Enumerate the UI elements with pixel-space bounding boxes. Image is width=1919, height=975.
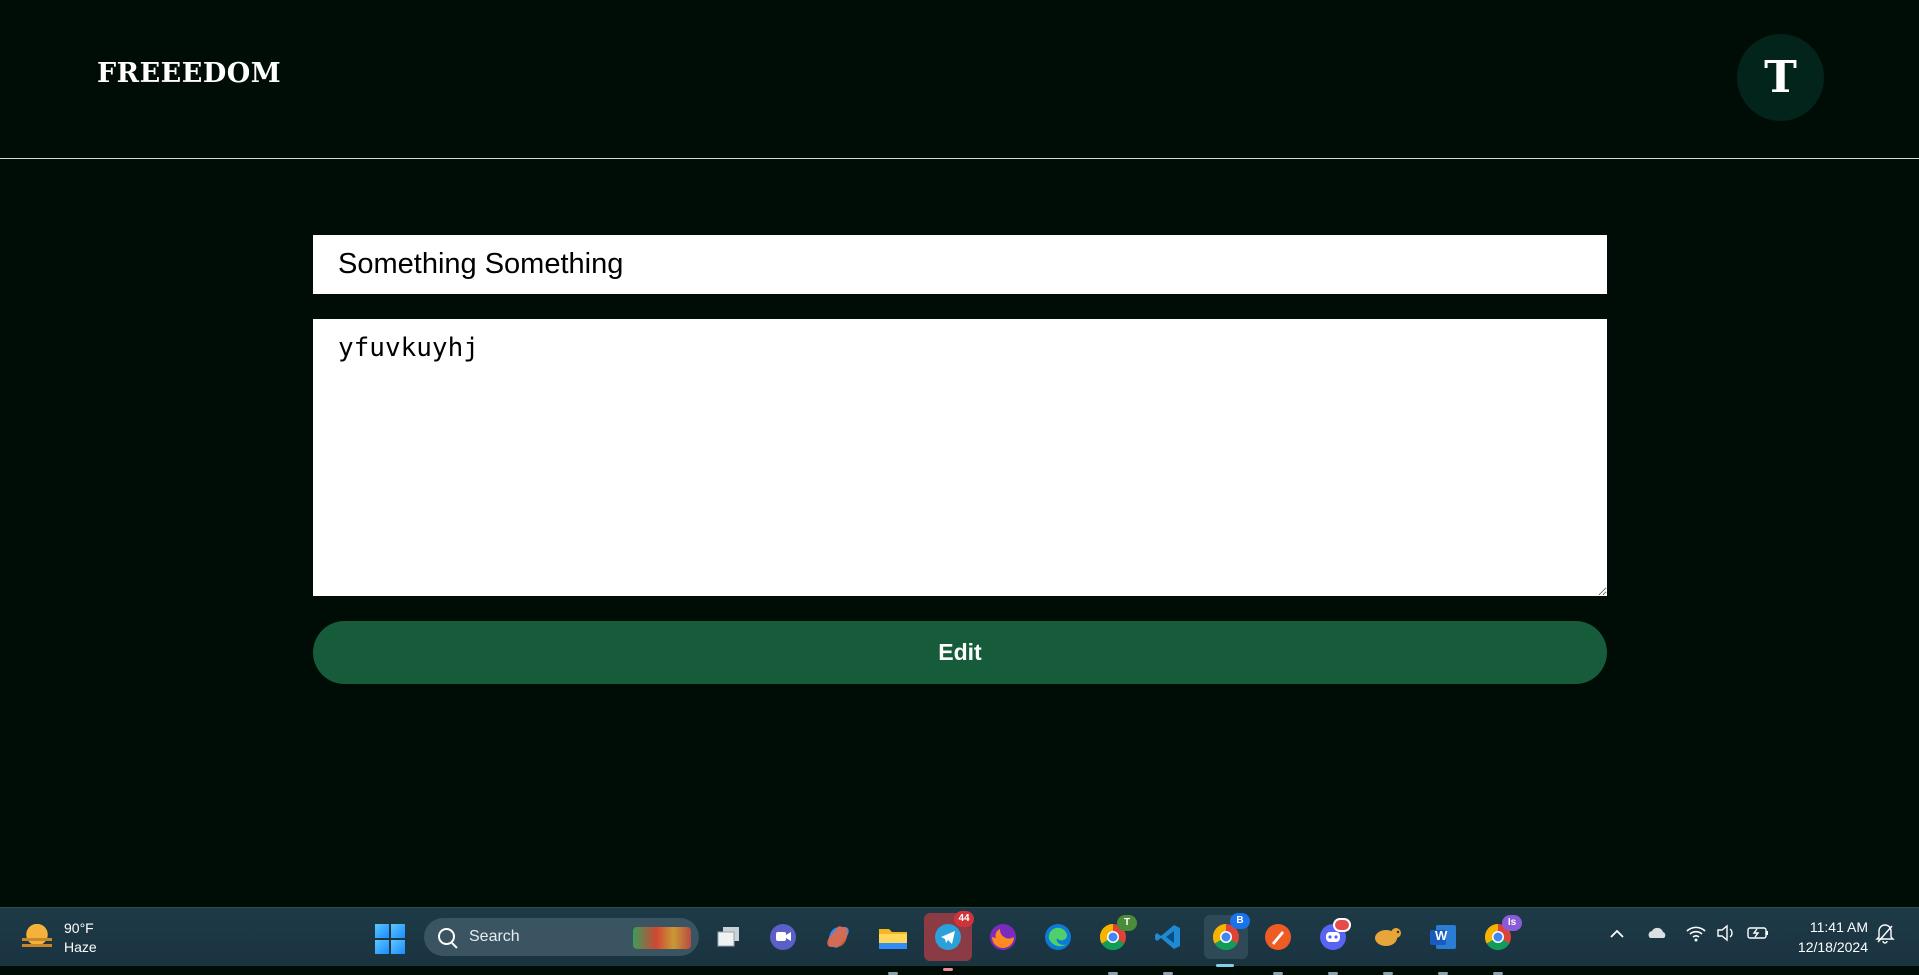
- task-view-icon[interactable]: [713, 921, 745, 953]
- chrome-profile-t-badge: T: [1117, 915, 1137, 931]
- postman-icon[interactable]: [1262, 921, 1294, 975]
- user-avatar[interactable]: T: [1737, 34, 1824, 121]
- brand-logo[interactable]: FREEEDOM: [97, 58, 281, 89]
- teams-chat-icon[interactable]: [767, 921, 799, 953]
- chevron-up-icon[interactable]: [1608, 918, 1626, 952]
- edge-icon[interactable]: [1042, 921, 1074, 953]
- body-textarea[interactable]: yfuvkuyhj: [313, 319, 1607, 596]
- taskbar-search[interactable]: Search: [424, 918, 699, 956]
- chrome-profile-b-taskbar-button[interactable]: B: [1204, 913, 1250, 967]
- chrome-profile-b-badge: B: [1230, 913, 1250, 929]
- onedrive-cloud-icon[interactable]: [1646, 918, 1668, 952]
- discord-icon[interactable]: [1317, 918, 1351, 975]
- search-placeholder: Search: [469, 928, 520, 945]
- copilot-icon[interactable]: [822, 921, 854, 953]
- start-button-icon[interactable]: [375, 924, 405, 954]
- notification-bell-icon[interactable]: [1874, 918, 1896, 952]
- dbeaver-icon[interactable]: [1372, 921, 1404, 975]
- file-explorer-icon[interactable]: [877, 921, 909, 975]
- wifi-icon[interactable]: [1685, 918, 1707, 952]
- title-input[interactable]: [313, 235, 1607, 294]
- clock-date: 12/18/2024: [1797, 939, 1868, 955]
- weather-temp: 90°F: [64, 920, 94, 936]
- chrome-profile-t-icon[interactable]: T: [1097, 915, 1137, 975]
- word-icon[interactable]: W: [1427, 921, 1459, 975]
- weather-condition: Haze: [64, 939, 97, 955]
- volume-icon[interactable]: [1715, 918, 1737, 952]
- telegram-taskbar-button[interactable]: 44: [924, 911, 974, 971]
- vscode-icon[interactable]: [1152, 921, 1184, 975]
- discord-notification-dot: [1333, 918, 1351, 932]
- weather-haze-icon: [20, 921, 54, 955]
- chrome-profile-is-icon[interactable]: Is: [1482, 915, 1522, 975]
- app-page: FREEEDOM T yfuvkuyhj Edit: [0, 0, 1919, 907]
- search-highlight-image: [633, 927, 691, 949]
- search-icon: [438, 928, 455, 945]
- system-clock[interactable]: 11:41 AM 12/18/2024: [1786, 917, 1868, 957]
- battery-charging-icon[interactable]: [1746, 918, 1770, 952]
- weather-widget[interactable]: 90°F Haze: [20, 918, 97, 958]
- edit-button[interactable]: Edit: [313, 621, 1607, 684]
- taskbar: 90°F Haze Search 44 T B W Is 11:41 AM 12…: [0, 907, 1919, 975]
- word-icon-letter: W: [1435, 928, 1448, 943]
- chrome-profile-is-badge: Is: [1502, 915, 1522, 931]
- firefox-icon[interactable]: [987, 921, 1019, 953]
- clock-time: 11:41 AM: [1809, 919, 1868, 935]
- header: FREEEDOM T: [0, 0, 1919, 159]
- telegram-badge: 44: [954, 911, 974, 927]
